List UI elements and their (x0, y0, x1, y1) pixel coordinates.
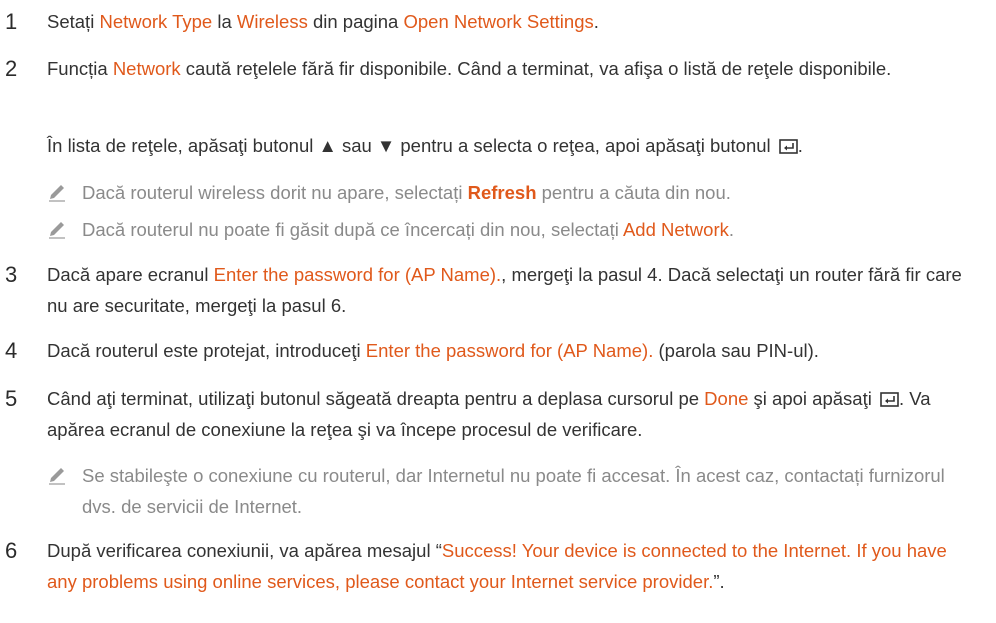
step-number: 6 (5, 538, 18, 563)
step-text: Dacă routerul este protejat, introduceţi… (47, 340, 819, 361)
step-2-instruction: În lista de reţele, apăsaţi butonul ▲ sa… (47, 135, 803, 156)
step-text: Funcția Network caută reţelele fără fir … (47, 58, 892, 79)
step-number: 2 (5, 56, 18, 81)
enter-key-icon (880, 392, 899, 407)
step-number: 5 (5, 386, 18, 411)
step-number: 4 (5, 338, 18, 363)
step-text: Setați Network Type la Wireless din pagi… (47, 11, 599, 32)
step-text: Când aţi terminat, utilizaţi butonul săg… (47, 388, 931, 440)
pencil-note-icon (49, 468, 65, 485)
step-number: 1 (5, 9, 18, 34)
pencil-note-icon (49, 185, 65, 202)
enter-key-icon (778, 139, 798, 154)
pencil-note-icon (49, 222, 65, 239)
step-text: Dacă apare ecranul Enter the password fo… (47, 264, 962, 316)
step-text: După verificarea conexiunii, va apărea m… (47, 540, 947, 592)
step-number: 3 (5, 262, 18, 287)
